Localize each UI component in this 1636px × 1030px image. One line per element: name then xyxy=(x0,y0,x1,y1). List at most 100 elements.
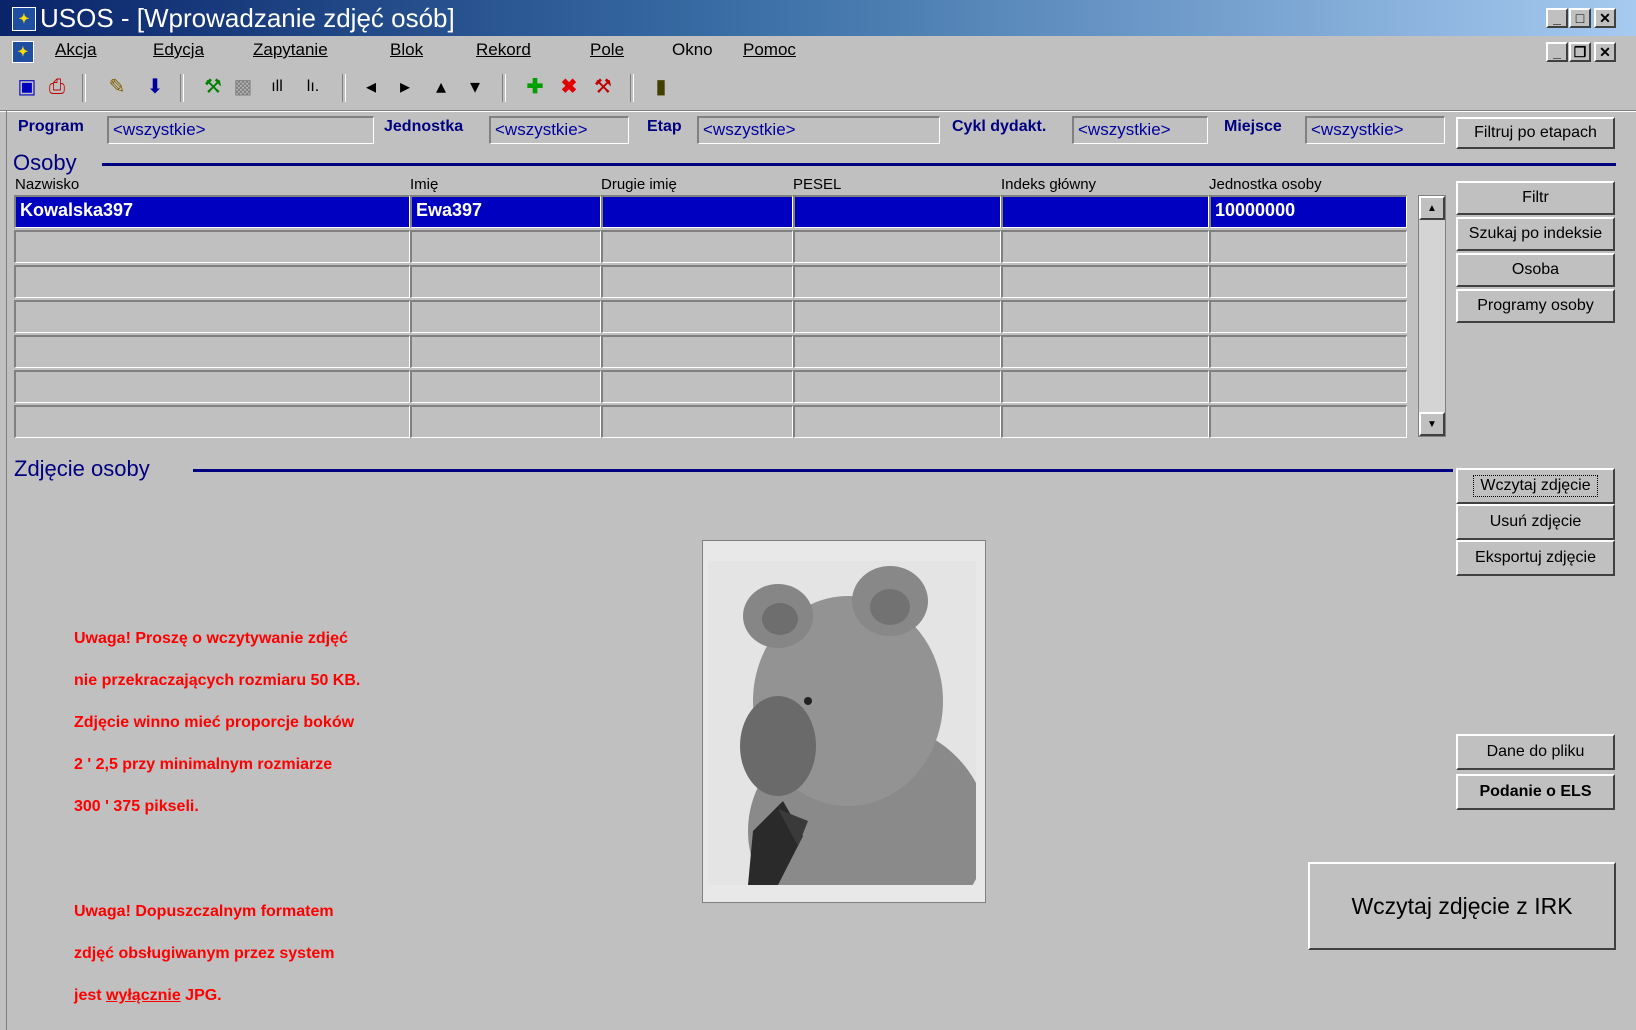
next-block-icon[interactable]: ▸ xyxy=(392,74,418,100)
teddy-bear-photo xyxy=(708,561,976,885)
menu-akcja[interactable]: Akcja xyxy=(55,40,97,60)
wczytaj-zdjecie-z-irk-button[interactable]: Wczytaj zdjęcie z IRK xyxy=(1308,862,1616,950)
doc-close-icon[interactable]: ✕ xyxy=(1594,42,1616,62)
grid-cell-nazwisko[interactable]: Kowalska397 xyxy=(14,195,410,228)
filter-label-cykl: Cykl dydakt. xyxy=(952,118,1047,135)
dane-do-pliku-button[interactable]: Dane do pliku xyxy=(1456,734,1615,770)
clear-record-icon[interactable]: ⚒ xyxy=(590,74,616,100)
grid-cell-nazwisko[interactable] xyxy=(14,265,410,298)
grid-cell-drugie-imie[interactable] xyxy=(601,405,793,438)
grid-cell-indeks[interactable] xyxy=(1001,230,1209,263)
grid-cell-imie[interactable] xyxy=(410,335,601,368)
grid-cell-jednostka[interactable] xyxy=(1209,405,1407,438)
toolbar-separator xyxy=(630,74,634,102)
grid-cell-indeks[interactable] xyxy=(1001,370,1209,403)
grid-cell-jednostka[interactable] xyxy=(1209,300,1407,333)
zdjecie-section-line xyxy=(193,469,1453,472)
grid-cell-jednostka[interactable] xyxy=(1209,335,1407,368)
grid-cell-imie[interactable] xyxy=(410,230,601,263)
photo-frame xyxy=(702,540,986,903)
osoby-section-line xyxy=(102,163,1616,166)
grid-cell-pesel[interactable] xyxy=(793,370,1001,403)
grid-cell-nazwisko[interactable] xyxy=(14,405,410,438)
query-icon[interactable]: ⚒ xyxy=(200,74,226,100)
previous-record-icon[interactable]: ▴ xyxy=(428,74,454,100)
print-icon[interactable]: ⎙ xyxy=(44,74,70,100)
grid-cell-indeks[interactable] xyxy=(1001,195,1209,228)
grid-cell-drugie-imie[interactable] xyxy=(601,230,793,263)
grid-cell-jednostka[interactable]: 10000000 xyxy=(1209,195,1407,228)
grid-cell-drugie-imie[interactable] xyxy=(601,265,793,298)
next-record-icon[interactable]: ▾ xyxy=(462,74,488,100)
insert-record-icon[interactable]: ✚ xyxy=(522,74,548,100)
scroll-down-icon[interactable]: ▼ xyxy=(1419,412,1445,436)
maximize-icon[interactable]: □ xyxy=(1569,8,1591,28)
osoba-button[interactable]: Osoba xyxy=(1456,253,1615,287)
grid-cell-imie[interactable]: Ewa397 xyxy=(410,195,601,228)
doc-minimize-icon[interactable]: _ xyxy=(1546,42,1568,62)
grid-cell-drugie-imie[interactable] xyxy=(601,370,793,403)
edit-pencil-icon[interactable]: ✎ xyxy=(104,74,130,100)
exit-door-icon[interactable]: ▮ xyxy=(648,74,674,100)
document-icon[interactable]: ✦ xyxy=(12,41,34,63)
close-icon[interactable]: ✕ xyxy=(1594,8,1616,28)
grid-cell-imie[interactable] xyxy=(410,370,601,403)
save-icon[interactable]: ▣ xyxy=(14,74,40,100)
grid-cell-imie[interactable] xyxy=(410,265,601,298)
grid-cell-nazwisko[interactable] xyxy=(14,300,410,333)
szukaj-po-indeksie-button[interactable]: Szukaj po indeksie xyxy=(1456,217,1615,251)
download-icon[interactable]: ⬇ xyxy=(142,74,168,100)
miejsce-filter-field[interactable]: <wszystkie> xyxy=(1305,116,1445,144)
scroll-up-icon[interactable]: ▲ xyxy=(1419,196,1445,220)
grid-cell-jednostka[interactable] xyxy=(1209,370,1407,403)
menu-rekord[interactable]: Rekord xyxy=(476,40,531,60)
minimize-icon[interactable]: _ xyxy=(1546,8,1568,28)
grid-cell-drugie-imie[interactable] xyxy=(601,300,793,333)
menu-pomoc[interactable]: Pomoc xyxy=(743,40,796,60)
grid-scrollbar[interactable] xyxy=(1418,195,1446,437)
grid-cell-indeks[interactable] xyxy=(1001,405,1209,438)
grid-cell-nazwisko[interactable] xyxy=(14,335,410,368)
usun-zdjecie-button[interactable]: Usuń zdjęcie xyxy=(1456,504,1615,540)
etap-filter-field[interactable]: <wszystkie> xyxy=(697,116,940,144)
grid-cell-indeks[interactable] xyxy=(1001,335,1209,368)
delete-record-icon[interactable]: ✖ xyxy=(556,74,582,100)
cykl-filter-field[interactable]: <wszystkie> xyxy=(1072,116,1208,144)
menu-pole[interactable]: Pole xyxy=(590,40,624,60)
grid-cell-pesel[interactable] xyxy=(793,195,1001,228)
grid-cell-pesel[interactable] xyxy=(793,300,1001,333)
execute-query-icon[interactable]: ▩ xyxy=(230,74,256,100)
grid-cell-indeks[interactable] xyxy=(1001,300,1209,333)
menu-edycja[interactable]: Edycja xyxy=(153,40,204,60)
grid-cell-pesel[interactable] xyxy=(793,405,1001,438)
grid-cell-imie[interactable] xyxy=(410,405,601,438)
previous-block-icon[interactable]: ◂ xyxy=(358,74,384,100)
grid-cell-nazwisko[interactable] xyxy=(14,230,410,263)
grid-cell-drugie-imie[interactable] xyxy=(601,335,793,368)
grid-cell-imie[interactable] xyxy=(410,300,601,333)
program-filter-field[interactable]: <wszystkie> xyxy=(107,116,374,144)
count-hits-icon[interactable]: ıll xyxy=(264,74,290,100)
menu-zapytanie[interactable]: Zapytanie xyxy=(253,40,328,60)
doc-restore-icon[interactable]: ❐ xyxy=(1569,42,1591,62)
grid-cell-drugie-imie[interactable] xyxy=(601,195,793,228)
app-icon: ✦ xyxy=(12,7,36,31)
grid-cell-jednostka[interactable] xyxy=(1209,265,1407,298)
grid-cell-nazwisko[interactable] xyxy=(14,370,410,403)
programy-osoby-button[interactable]: Programy osoby xyxy=(1456,289,1615,323)
grid-cell-pesel[interactable] xyxy=(793,335,1001,368)
grid-cell-pesel[interactable] xyxy=(793,265,1001,298)
statistics-icon[interactable]: lı. xyxy=(300,74,326,100)
jednostka-filter-field[interactable]: <wszystkie> xyxy=(489,116,629,144)
eksportuj-zdjecie-button[interactable]: Eksportuj zdjęcie xyxy=(1456,540,1615,576)
grid-cell-pesel[interactable] xyxy=(793,230,1001,263)
menu-blok[interactable]: Blok xyxy=(390,40,423,60)
wczytaj-zdjecie-button[interactable]: Wczytaj zdjęcie xyxy=(1456,468,1615,504)
grid-cell-indeks[interactable] xyxy=(1001,265,1209,298)
grid-cell-jednostka[interactable] xyxy=(1209,230,1407,263)
podanie-o-els-button[interactable]: Podanie o ELS xyxy=(1456,774,1615,810)
filtr-button[interactable]: Filtr xyxy=(1456,181,1615,215)
toolbar-separator xyxy=(82,74,86,102)
filtruj-po-etapach-button[interactable]: Filtruj po etapach xyxy=(1456,117,1615,149)
menu-okno[interactable]: Okno xyxy=(672,40,713,60)
